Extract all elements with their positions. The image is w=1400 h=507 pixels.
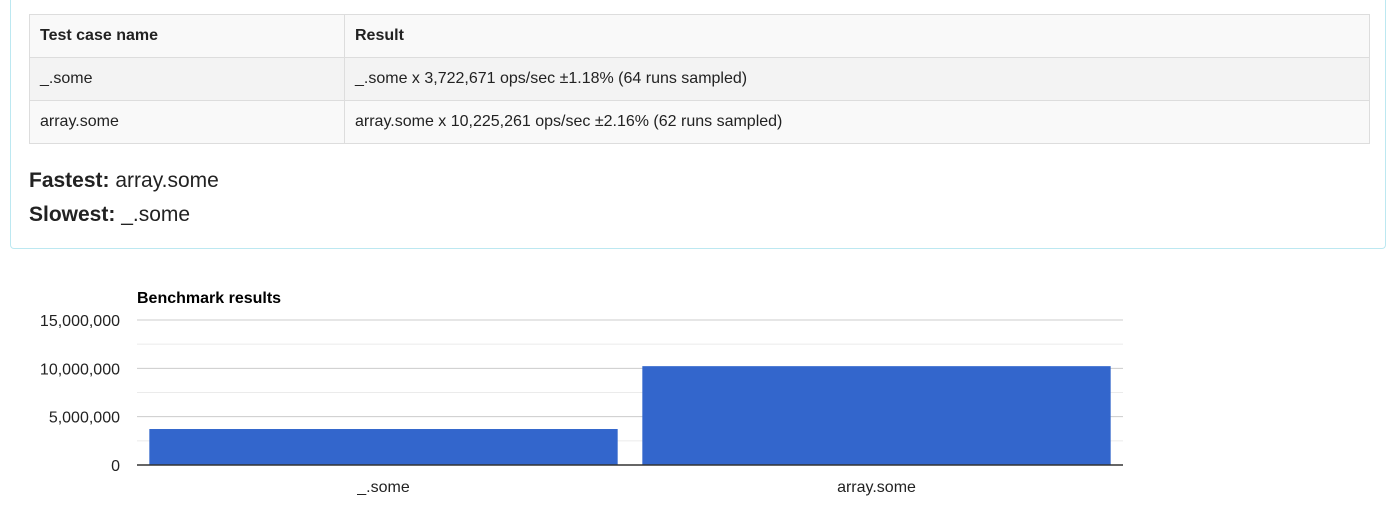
fastest-summary: Fastest: array.some (29, 169, 219, 193)
y-tick-label: 10,000,000 (40, 361, 120, 378)
y-tick-label: 15,000,000 (40, 313, 120, 330)
chart-y-axis-ticks: 0 5,000,000 10,000,000 15,000,000 (40, 313, 120, 475)
result-cell: _.some x 3,722,671 ops/sec ±1.18% (64 ru… (344, 57, 1370, 101)
y-tick-label: 0 (111, 458, 120, 475)
bar-some[interactable] (149, 429, 618, 465)
slowest-value: _.some (115, 203, 191, 226)
y-tick-label: 5,000,000 (49, 410, 120, 427)
chart-bars (149, 366, 1111, 465)
table-header-row: Test case name Result (29, 14, 1370, 58)
test-case-name-cell: array.some (29, 100, 345, 144)
table-row: array.some array.some x 10,225,261 ops/s… (29, 100, 1370, 144)
bar-array-some[interactable] (642, 366, 1111, 465)
x-tick-label: _.some (356, 479, 410, 496)
results-table: Test case name Result _.some _.some x 3,… (29, 14, 1370, 144)
result-cell: array.some x 10,225,261 ops/sec ±2.16% (… (344, 100, 1370, 144)
column-header-result: Result (344, 14, 1370, 58)
fastest-value: array.some (109, 169, 219, 192)
table-row: _.some _.some x 3,722,671 ops/sec ±1.18%… (29, 57, 1370, 101)
chart-title: Benchmark results (137, 290, 281, 307)
chart-x-axis-ticks: _.some array.some (356, 479, 916, 496)
slowest-label: Slowest: (29, 203, 116, 226)
column-header-test-case-name: Test case name (29, 14, 345, 58)
test-case-name-cell: _.some (29, 57, 345, 101)
benchmark-chart-svg: Benchmark results 0 5,000,000 10,000,000 15… (40, 290, 1123, 496)
results-panel: Test case name Result _.some _.some x 3,… (10, 0, 1386, 249)
fastest-label: Fastest: (29, 169, 110, 192)
benchmark-chart: Benchmark results 0 5,000,000 10,000,000 15… (0, 270, 1400, 507)
x-tick-label: array.some (837, 479, 916, 496)
slowest-summary: Slowest: _.some (29, 203, 190, 227)
